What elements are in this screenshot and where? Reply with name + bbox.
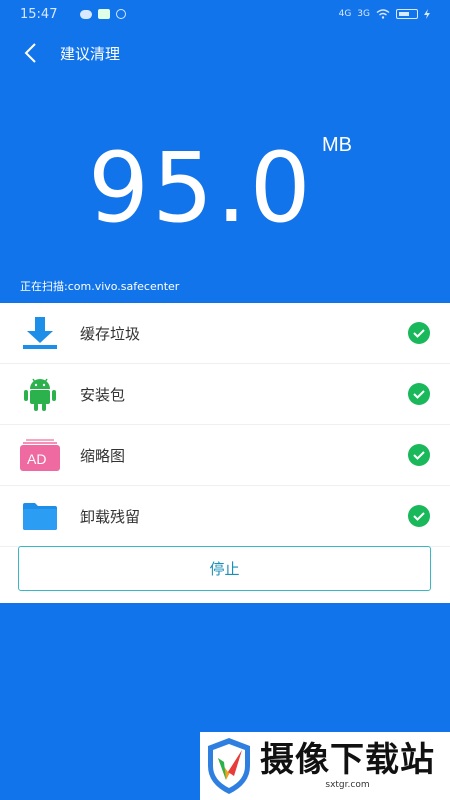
check-icon (408, 505, 430, 527)
junk-size-display: 95.0 MB (0, 120, 450, 280)
watermark: 摄像下载站 sxtgr.com (200, 732, 450, 800)
check-icon (408, 444, 430, 466)
list-item-label: 安装包 (80, 385, 126, 404)
list-item-thumbnails[interactable]: AD 缩略图 (0, 425, 450, 486)
ad-thumbnail-icon: AD (20, 435, 60, 475)
scan-status-text: 正在扫描:com.vivo.safecenter (20, 280, 180, 293)
watermark-title: 摄像下载站 (260, 740, 435, 781)
status-left-icons (80, 9, 126, 19)
junk-size-value: 95.0 (88, 132, 314, 244)
app-notification-icon (98, 9, 110, 19)
status-bar: 15:47 4G 3G (0, 0, 450, 28)
android-icon (20, 374, 60, 414)
watermark-url: sxtgr.com (325, 779, 370, 790)
wifi-icon (376, 9, 390, 19)
check-icon (408, 322, 430, 344)
usb-icon (116, 9, 126, 19)
header: 建议清理 (0, 28, 450, 78)
list-item-label: 缓存垃圾 (80, 324, 141, 343)
page-title: 建议清理 (60, 44, 121, 63)
scan-results-panel: 缓存垃圾 安装包 AD 缩略图 卸载残留 停止 (0, 303, 450, 603)
chevron-left-icon (24, 43, 36, 63)
list-item-uninstall-residue[interactable]: 卸载残留 (0, 486, 450, 547)
status-right-icons: 4G 3G (339, 9, 430, 19)
folder-icon (20, 496, 60, 536)
list-item-cache-junk[interactable]: 缓存垃圾 (0, 303, 450, 364)
list-item-install-packages[interactable]: 安装包 (0, 364, 450, 425)
junk-size-unit: MB (322, 134, 352, 156)
message-icon (80, 9, 92, 19)
list-item-label: 卸载残留 (80, 507, 141, 526)
watermark-logo-icon (208, 738, 250, 794)
network-4g-label: 4G (338, 9, 352, 19)
back-button[interactable] (0, 28, 60, 78)
network-3g-label: 3G (357, 9, 370, 19)
stop-button[interactable]: 停止 (18, 546, 431, 591)
list-item-label: 缩略图 (80, 446, 126, 465)
download-icon (20, 313, 60, 353)
battery-icon (396, 9, 418, 19)
ad-icon-text: AD (27, 451, 47, 467)
charging-icon (424, 9, 430, 19)
status-time: 15:47 (20, 6, 58, 22)
check-icon (408, 383, 430, 405)
